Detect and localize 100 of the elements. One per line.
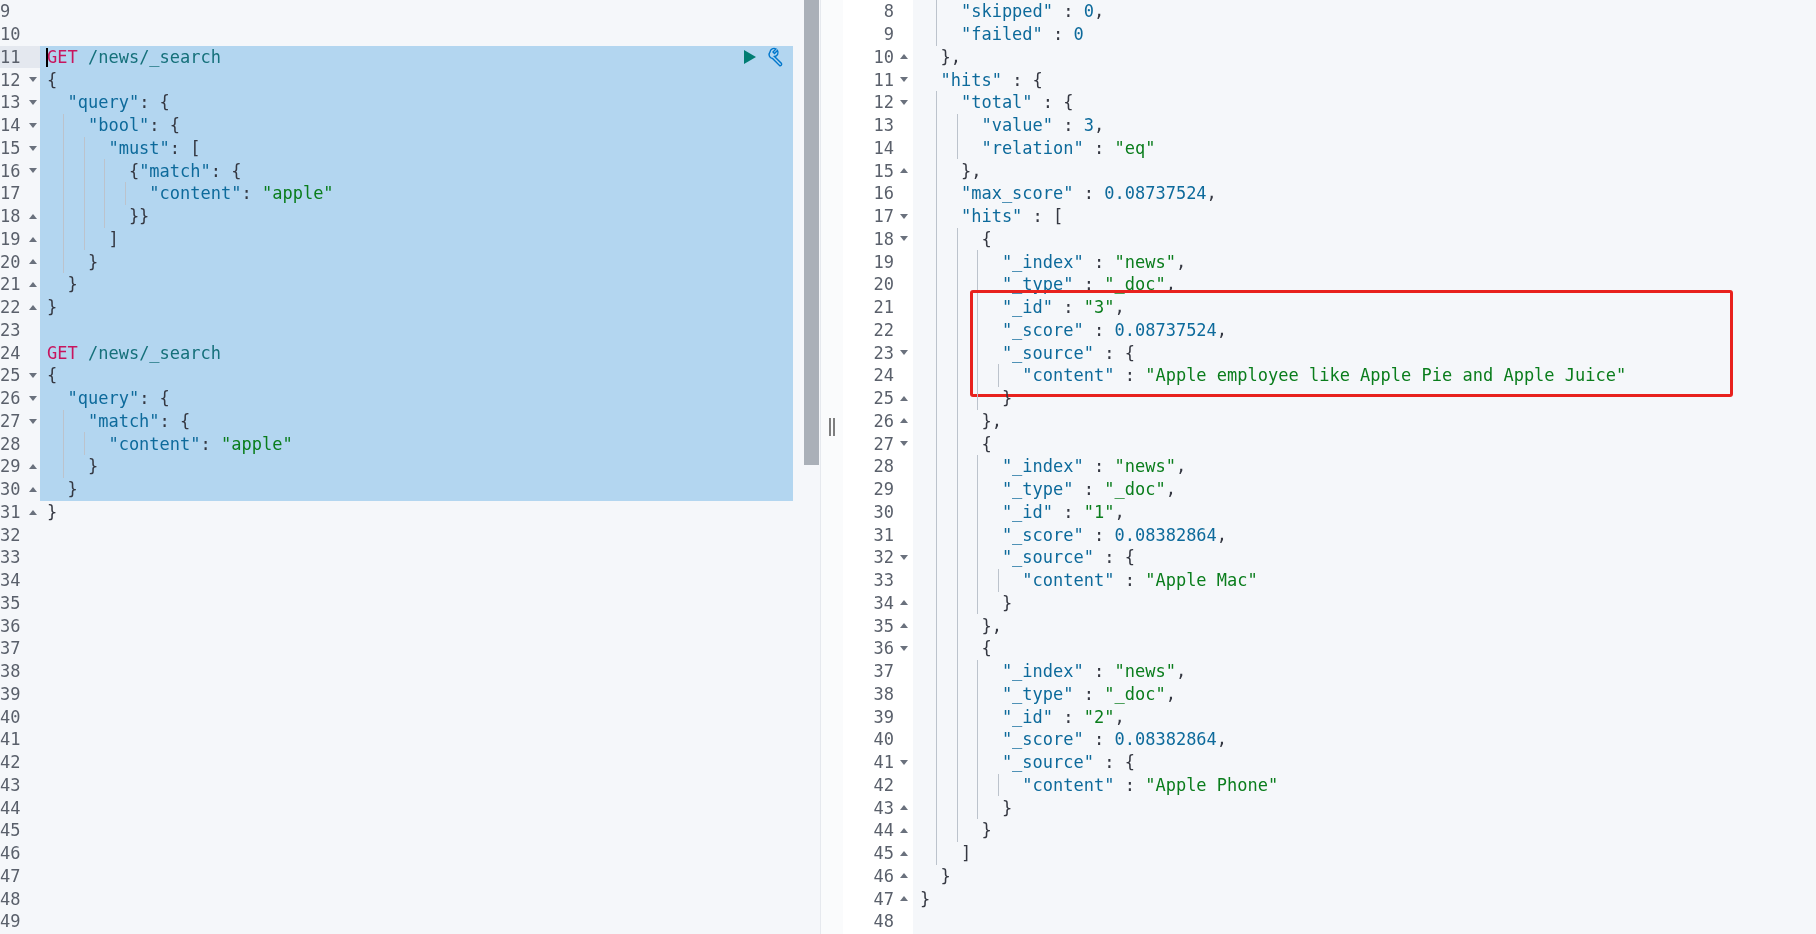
- code-line: "content" : "Apple employee like Apple Pie and Apple Juice": [1021, 364, 1627, 387]
- fold-icon[interactable]: [899, 645, 908, 651]
- line-number: 24: [0, 342, 21, 363]
- fold-icon[interactable]: [29, 100, 37, 105]
- fold-icon[interactable]: [899, 350, 908, 356]
- line-number: 47: [0, 865, 21, 886]
- code-line: },: [959, 159, 982, 182]
- line-number: 43: [0, 774, 21, 795]
- code-line: }: [1000, 591, 1013, 614]
- code-line: }: [920, 887, 931, 910]
- line-number: 23: [0, 319, 21, 340]
- fold-icon[interactable]: [899, 54, 908, 60]
- line-number: 10: [0, 24, 21, 45]
- line-number: 16: [873, 183, 894, 204]
- line-number: 30: [873, 501, 894, 522]
- fold-icon[interactable]: [29, 122, 37, 128]
- fold-icon[interactable]: [899, 213, 908, 219]
- line-number: 42: [0, 752, 21, 773]
- line-number: 45: [0, 820, 21, 841]
- fold-icon[interactable]: [899, 395, 908, 401]
- fold-icon[interactable]: [29, 77, 37, 83]
- fold-icon[interactable]: [29, 486, 37, 492]
- code-line: },: [939, 45, 961, 68]
- code-line: "hits" : [: [959, 205, 1064, 228]
- code-line: "hits" : {: [939, 68, 1043, 91]
- fold-icon[interactable]: [29, 168, 37, 174]
- line-number: 29: [873, 479, 894, 500]
- line-number: 11: [873, 69, 894, 90]
- line-number: 33: [873, 570, 894, 591]
- play-icon[interactable]: [743, 48, 757, 65]
- code-line: {: [980, 637, 992, 660]
- fold-icon[interactable]: [899, 805, 908, 811]
- line-number: 33: [0, 547, 21, 568]
- fold-icon[interactable]: [899, 896, 908, 902]
- fold-icon[interactable]: [899, 759, 908, 765]
- line-number: 19: [0, 228, 21, 249]
- line-number: 22: [873, 319, 894, 340]
- line-number: 49: [0, 911, 21, 932]
- line-number: 40: [873, 729, 894, 750]
- fold-icon[interactable]: [899, 418, 908, 424]
- fold-icon[interactable]: [29, 213, 37, 219]
- line-number: 43: [873, 797, 894, 818]
- fold-icon[interactable]: [29, 282, 37, 287]
- code-line: "match": {: [86, 409, 191, 432]
- line-number: 35: [873, 615, 894, 636]
- code-line: {: [47, 68, 58, 91]
- code-line: "_id" : "1",: [1000, 500, 1125, 523]
- line-number: 12: [0, 69, 21, 90]
- line-number: 15: [0, 137, 21, 158]
- fold-icon[interactable]: [29, 145, 37, 151]
- code-line: {"match": {: [127, 159, 242, 182]
- line-number: 31: [873, 524, 894, 545]
- line-number: 41: [873, 752, 894, 773]
- line-number: 27: [873, 433, 894, 454]
- line-number: 31: [0, 501, 21, 522]
- fold-icon[interactable]: [29, 464, 37, 469]
- line-number: 16: [0, 160, 21, 181]
- line-number: 17: [873, 206, 894, 227]
- line-number: 48: [0, 888, 21, 909]
- fold-icon[interactable]: [899, 554, 908, 560]
- code-line: "_score" : 0.08737524,: [1000, 318, 1228, 341]
- fold-icon[interactable]: [29, 373, 37, 378]
- line-number: 18: [873, 228, 894, 249]
- line-number: 40: [0, 706, 21, 727]
- fold-icon[interactable]: [29, 418, 37, 424]
- fold-icon[interactable]: [899, 873, 908, 879]
- fold-icon[interactable]: [899, 623, 908, 629]
- fold-icon[interactable]: [29, 395, 37, 401]
- fold-icon[interactable]: [899, 99, 908, 105]
- fold-icon[interactable]: [29, 304, 37, 310]
- code-line: }: [1000, 796, 1013, 819]
- fold-icon[interactable]: [29, 509, 37, 515]
- code-line: "query": {: [66, 91, 170, 114]
- fold-icon[interactable]: [899, 850, 908, 856]
- fold-icon[interactable]: [899, 827, 908, 833]
- code-line: "_source" : {: [1000, 546, 1135, 569]
- fold-icon[interactable]: [29, 259, 37, 265]
- line-number: 8: [883, 1, 894, 22]
- code-line: }: [980, 819, 992, 842]
- fold-icon[interactable]: [29, 236, 37, 242]
- line-number: 19: [873, 251, 894, 272]
- line-number: 47: [873, 888, 894, 909]
- code-line: "must": [: [107, 136, 201, 159]
- fold-icon[interactable]: [899, 236, 908, 242]
- line-number: 21: [873, 297, 894, 318]
- scrollbar[interactable]: [804, 0, 819, 465]
- line-number: 28: [873, 456, 894, 477]
- fold-icon[interactable]: [899, 77, 908, 83]
- code-line: }: [47, 500, 58, 523]
- code-line: "max_score" : 0.08737524,: [959, 182, 1217, 205]
- line-number: 39: [0, 683, 21, 704]
- code-line: ]: [959, 842, 972, 865]
- line-number: 13: [873, 115, 894, 136]
- fold-icon[interactable]: [899, 600, 908, 606]
- code-line: "_index" : "news",: [1000, 660, 1187, 683]
- fold-icon[interactable]: [899, 168, 908, 174]
- resize-handle-icon[interactable]: [828, 418, 836, 436]
- fold-icon[interactable]: [899, 441, 908, 447]
- code-line: {: [980, 227, 992, 250]
- code-line: "_id" : "2",: [1000, 705, 1125, 728]
